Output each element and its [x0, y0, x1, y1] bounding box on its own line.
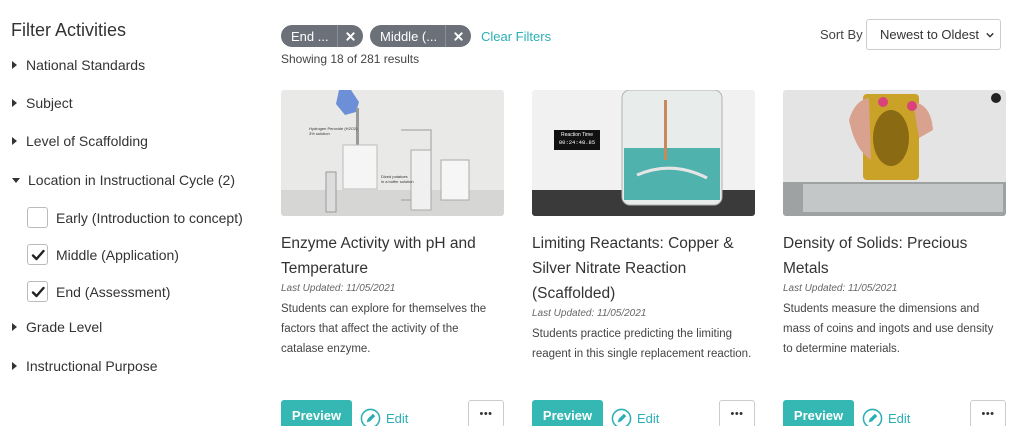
activity-description: Students measure the dimensions and mass… — [783, 303, 994, 355]
svg-text:in a buffer solution: in a buffer solution — [381, 179, 414, 184]
copper-reaction-image — [532, 90, 755, 216]
activity-thumbnail[interactable]: Reaction Time 00:24:48.85 — [532, 90, 755, 216]
filter-location-in-instructional-cycle[interactable]: Location in Instructional Cycle (2) — [12, 172, 235, 188]
option-label: Early (Introduction to concept) — [56, 209, 243, 226]
edit-label: Edit — [888, 411, 911, 426]
activity-thumbnail[interactable] — [783, 90, 1006, 216]
enzyme-lab-image: Hydrogen Peroxide (H2O2) 3% solution Dic… — [281, 90, 504, 216]
option-early[interactable]: Early (Introduction to concept) — [27, 207, 243, 228]
reaction-timer-value: 00:24:48.85 — [558, 139, 596, 146]
filter-national-standards[interactable]: National Standards — [12, 57, 145, 73]
caret-right-icon — [12, 99, 17, 107]
remove-filter-button[interactable] — [445, 25, 471, 47]
sort-label: Sort By — [820, 27, 863, 42]
last-updated: Last Updated: 11/05/2021 — [783, 283, 898, 294]
activity-card: Hydrogen Peroxide (H2O2) 3% solution Dic… — [281, 90, 504, 426]
filter-label: Grade Level — [26, 319, 103, 335]
filter-label: Subject — [26, 95, 73, 111]
more-options-button[interactable]: ••• — [970, 400, 1006, 426]
preview-button[interactable]: Preview — [783, 400, 854, 426]
more-options-button[interactable]: ••• — [719, 400, 755, 426]
edit-button[interactable]: Edit — [360, 408, 408, 426]
filter-label: Instructional Purpose — [26, 358, 158, 374]
edit-button[interactable]: Edit — [611, 408, 659, 426]
precious-metals-image — [783, 90, 1006, 216]
active-filter-chip-middle: Middle (... — [370, 25, 472, 47]
results-count: Showing 18 of 281 results — [281, 52, 420, 66]
checkbox-end[interactable] — [27, 281, 48, 302]
caret-right-icon — [12, 137, 17, 145]
activity-thumbnail[interactable]: Hydrogen Peroxide (H2O2) 3% solution Dic… — [281, 90, 504, 216]
sort-value: Newest to Oldest — [880, 27, 979, 42]
filter-label: Location in Instructional Cycle (2) — [28, 172, 235, 188]
active-filter-chip-end: End ... — [281, 25, 363, 47]
option-middle[interactable]: Middle (Application) — [27, 244, 179, 265]
edit-label: Edit — [386, 411, 409, 426]
last-updated: Last Updated: 11/05/2021 — [532, 308, 647, 319]
filter-label: Level of Scaffolding — [26, 133, 148, 149]
chip-label: Middle (... — [380, 28, 438, 44]
filter-instructional-purpose[interactable]: Instructional Purpose — [12, 358, 158, 374]
pencil-icon — [360, 408, 381, 426]
checkmark-icon — [31, 249, 45, 260]
pencil-icon — [862, 408, 883, 426]
activity-description: Students can explore for themselves the … — [281, 303, 487, 355]
checkmark-icon — [31, 286, 45, 297]
remove-filter-button[interactable] — [336, 25, 363, 47]
close-icon — [454, 31, 463, 41]
edit-button[interactable]: Edit — [862, 408, 910, 426]
sort-select[interactable]: Newest to Oldest — [866, 19, 1001, 50]
filter-label: National Standards — [26, 57, 146, 73]
caret-right-icon — [12, 61, 17, 69]
option-label: End (Assessment) — [56, 283, 171, 300]
more-options-button[interactable]: ••• — [468, 400, 504, 426]
activity-description: Students practice predicting the limitin… — [532, 328, 752, 360]
close-icon — [345, 31, 355, 41]
reaction-timer-label: Reaction Time — [561, 132, 593, 138]
chevron-down-icon — [986, 32, 994, 38]
sidebar-title: Filter Activities — [11, 20, 127, 40]
filter-grade-level[interactable]: Grade Level — [12, 319, 102, 335]
last-updated: Last Updated: 11/05/2021 — [281, 283, 396, 294]
chip-label: End ... — [291, 28, 329, 44]
clear-filters-link[interactable]: Clear Filters — [481, 29, 551, 44]
caret-right-icon — [12, 362, 17, 370]
option-label: Middle (Application) — [56, 246, 179, 263]
activity-title[interactable]: Density of Solids: Precious Metals — [783, 231, 1006, 281]
filter-sidebar: Filter Activities National Standards Sub… — [0, 0, 260, 426]
filter-level-of-scaffolding[interactable]: Level of Scaffolding — [12, 133, 148, 149]
checkbox-early[interactable] — [27, 207, 48, 228]
edit-label: Edit — [637, 411, 660, 426]
activity-title[interactable]: Limiting Reactants: Copper & Silver Nitr… — [532, 231, 755, 306]
option-end[interactable]: End (Assessment) — [27, 281, 170, 302]
svg-text:3% solution: 3% solution — [309, 131, 330, 136]
activity-card: Density of Solids: Precious Metals Last … — [783, 90, 1006, 426]
caret-right-icon — [12, 323, 17, 331]
pencil-icon — [611, 408, 632, 426]
checkbox-middle[interactable] — [27, 244, 48, 265]
activity-title[interactable]: Enzyme Activity with pH and Temperature — [281, 231, 504, 281]
preview-button[interactable]: Preview — [532, 400, 603, 426]
activity-card: Reaction Time 00:24:48.85 Limiting React… — [532, 90, 755, 426]
caret-down-icon — [12, 177, 20, 183]
preview-button[interactable]: Preview — [281, 400, 352, 426]
filter-subject[interactable]: Subject — [12, 95, 73, 111]
